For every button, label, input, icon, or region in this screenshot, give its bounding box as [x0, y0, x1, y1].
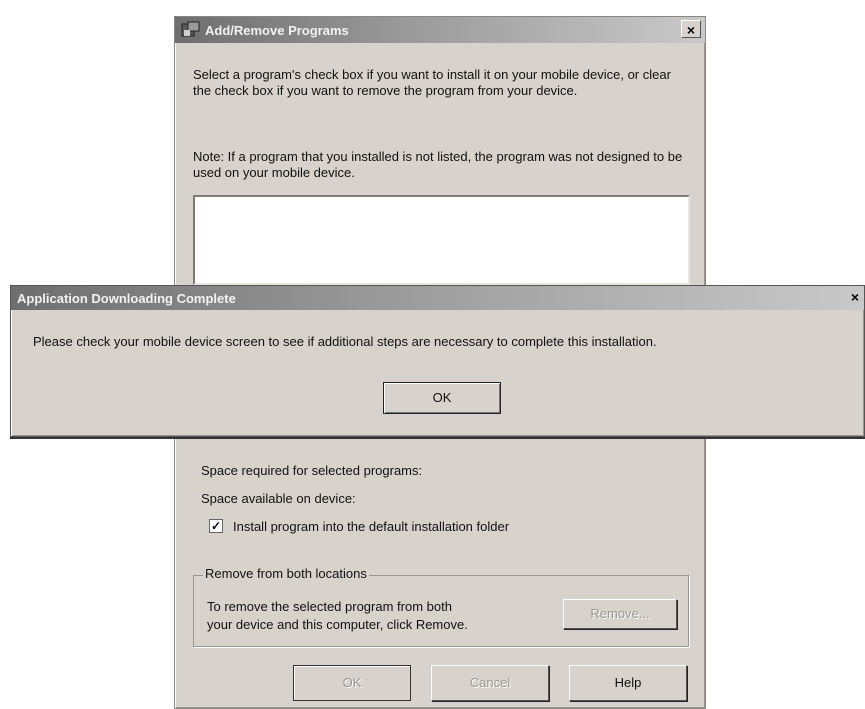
download-message: Please check your mobile device screen t… — [33, 334, 657, 349]
note-text: Note: If a program that you installed is… — [193, 149, 683, 180]
space-available-label: Space available on device: — [201, 491, 356, 506]
download-complete-dialog: Application Downloading Complete × Pleas… — [10, 285, 865, 437]
add-remove-title: Add/Remove Programs — [205, 22, 349, 38]
instructions-text: Select a program's check box if you want… — [193, 67, 671, 98]
cancel-button[interactable]: Cancel — [431, 665, 549, 701]
remove-button[interactable]: Remove... — [563, 599, 677, 629]
add-remove-title-bar[interactable]: Add/Remove Programs × — [175, 17, 705, 43]
remove-text-line-1: To remove the selected program from both — [207, 599, 452, 614]
remove-group-label: Remove from both locations — [203, 566, 369, 582]
help-button-label: Help — [614, 675, 642, 690]
install-default-checkbox[interactable]: ✓ — [209, 519, 223, 533]
ok-button[interactable]: OK — [293, 665, 411, 701]
download-title-bar[interactable]: Application Downloading Complete × — [11, 286, 864, 310]
program-list[interactable] — [193, 195, 690, 285]
download-dialog-title: Application Downloading Complete — [17, 290, 236, 306]
close-icon[interactable]: × — [681, 20, 701, 38]
programs-icon — [181, 21, 200, 37]
download-ok-button[interactable]: OK — [383, 382, 501, 414]
help-button[interactable]: Help — [569, 665, 687, 701]
remove-text-line-2: your device and this computer, click Rem… — [207, 617, 468, 632]
close-icon[interactable]: × — [848, 288, 862, 306]
install-default-label[interactable]: Install program into the default install… — [233, 519, 509, 535]
space-required-label: Space required for selected programs: — [201, 463, 423, 478]
